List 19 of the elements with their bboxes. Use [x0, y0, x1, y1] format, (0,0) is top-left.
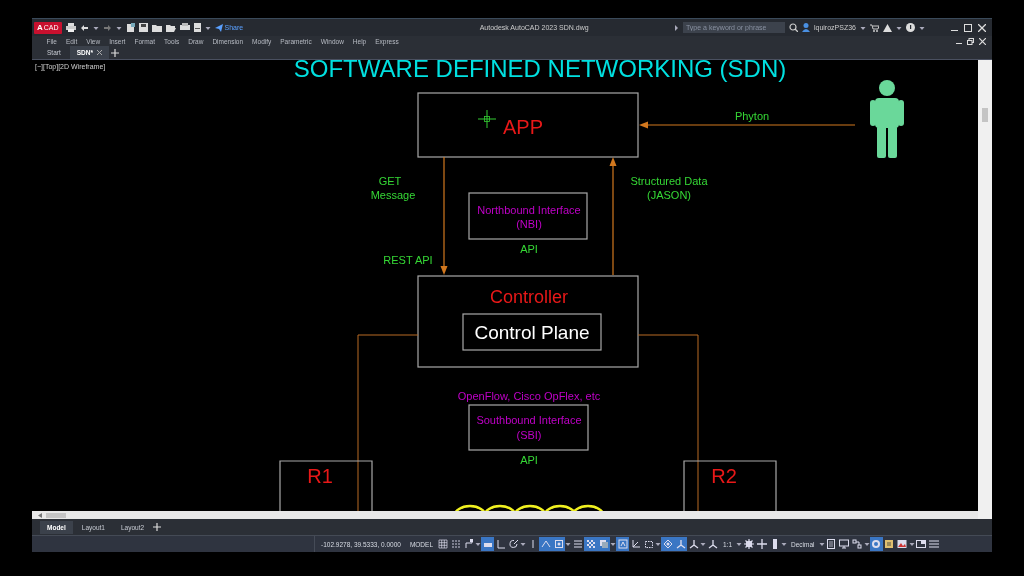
arrow-label: Structured Data — [630, 175, 708, 187]
arrow-label: Message — [370, 189, 416, 201]
arrow-label: REST API — [383, 254, 433, 266]
app-label: APP — [503, 116, 543, 138]
api-label: API — [520, 243, 538, 255]
protocols-label: OpenFlow, Cisco OpFlex, etc — [457, 390, 601, 402]
controller-label: Controller — [490, 287, 568, 307]
arrow-label: (JASON) — [647, 189, 691, 201]
api-label: API — [520, 454, 538, 466]
diagram-title: SOFTWARE DEFINED NETWORKING (SDN) — [293, 60, 787, 82]
router-label: R1 — [307, 465, 333, 487]
interface-label: (NBI) — [516, 218, 542, 230]
router-label: R2 — [711, 465, 737, 487]
control-plane-label: Control Plane — [474, 322, 590, 343]
interface-label: Northbound Interface — [477, 204, 581, 216]
connection-label: Phyton — [734, 110, 770, 122]
interface-label: (SBI) — [516, 429, 542, 441]
interface-label: Southbound Interface — [476, 414, 582, 426]
arrow-label: GET — [378, 175, 402, 187]
